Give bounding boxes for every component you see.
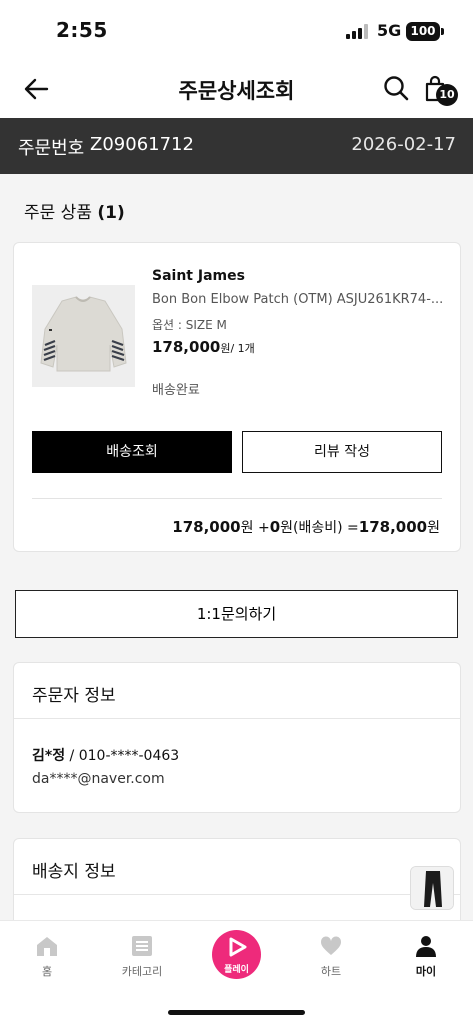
order-date: 2026-02-17 [351,134,456,155]
delivery-info-title: 배송지 정보 [32,862,116,882]
signal-icon [346,24,370,39]
home-icon [37,937,57,956]
bottom-nav: 홈 카테고리 플레이 하트 마이 [0,920,473,1024]
home-indicator [168,1010,305,1015]
nav-play-label: 플레이 [224,965,249,975]
sweater-image [32,285,135,387]
equals-sign: = [347,520,359,536]
write-review-button[interactable]: 리뷰 작성 [242,431,442,473]
product-amount-unit: 원 [240,520,254,536]
orderer-name-phone: 김*정 / 010-****-0463 [32,745,179,765]
product-amount: 178,000 [172,518,241,536]
app-header: 주문상세조회 10 [0,62,473,118]
nav-home[interactable]: 홈 [12,921,82,1001]
product-price: 178,000 [152,338,221,356]
orderer-name: 김*정 [32,748,66,764]
network-type: 5G [377,21,402,40]
order-number: Z09061712 [90,134,194,155]
product-price-line: 178,000원/ 1개 [152,338,255,356]
inquiry-button[interactable]: 1:1문의하기 [15,590,458,638]
nav-my-label: 마이 [415,965,437,978]
person-icon [416,936,436,957]
category-list-icon [132,936,152,956]
nav-likes-label: 하트 [320,965,342,978]
play-icon [229,937,247,957]
nav-play[interactable]: 플레이 [212,930,261,979]
track-delivery-button[interactable]: 배송조회 [32,431,232,473]
order-products-title: 주문 상품 (1) [24,198,125,223]
orderer-separator: / [65,748,79,764]
product-price-unit: 원/ 1개 [220,342,255,355]
total-amount-unit: 원 [427,520,440,536]
order-total: 178,000원 +0원(배송비) =178,000원 [172,517,440,537]
total-amount: 178,000 [358,518,428,536]
product-brand[interactable]: Saint James [152,268,245,284]
search-icon [384,76,409,101]
recent-item-thumbnail[interactable] [410,866,454,910]
orderer-info-title: 주문자 정보 [32,686,116,706]
status-time: 2:55 [56,18,108,42]
orderer-info-card: 주문자 정보 김*정 / 010-****-0463 da****@naver.… [13,662,461,813]
card-separator [14,718,460,719]
product-image[interactable] [32,285,135,387]
battery-tip [441,28,444,35]
product-name[interactable]: Bon Bon Elbow Patch (OTM) ASJU261KR74-..… [152,292,444,307]
card-divider [32,498,442,499]
delivery-status: 배송완료 [152,383,200,398]
nav-category[interactable]: 카테고리 [107,921,177,1001]
nav-my[interactable]: 마이 [391,921,461,1001]
order-products-count: (1) [97,203,125,223]
plus-sign: + [257,520,270,536]
orderer-phone: 010-****-0463 [78,748,180,764]
product-option: 옵션 : SIZE M [152,318,227,332]
cart-button[interactable]: 10 [424,72,464,112]
cart-count-badge: 10 [436,84,458,106]
pants-image [411,867,453,909]
card-separator [14,894,460,895]
nav-home-label: 홈 [41,965,53,978]
search-button[interactable] [382,74,410,102]
nav-likes[interactable]: 하트 [296,921,366,1001]
nav-category-label: 카테고리 [121,965,163,978]
order-number-label: 주문번호 [18,138,85,159]
shipping-label: 원(배송비) [280,520,343,536]
order-info-bar: 주문번호 Z09061712 2026-02-17 [0,118,473,174]
orderer-email: da****@naver.com [32,771,165,787]
heart-icon [320,936,342,955]
battery-icon: 100 [406,22,440,41]
shipping-amount: 0 [269,518,281,536]
order-products-label: 주문 상품 [24,203,92,223]
product-card: Saint James Bon Bon Elbow Patch (OTM) AS… [13,242,461,552]
status-bar: 2:55 5G 100 [0,0,473,62]
